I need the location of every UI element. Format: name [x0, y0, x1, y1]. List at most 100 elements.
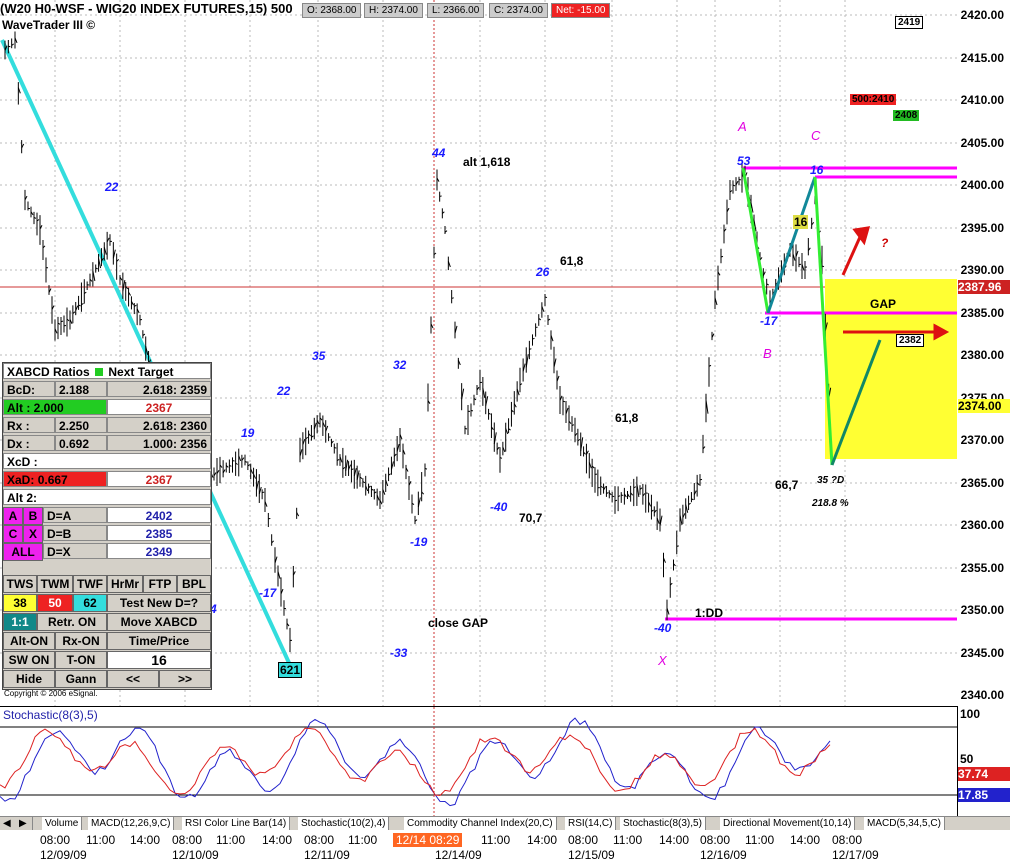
gann-button[interactable]: Gann [55, 670, 107, 688]
a-button[interactable]: A [3, 507, 23, 525]
ytick: 2390.00 [960, 263, 1004, 277]
current-price-label: 2387.96 [958, 280, 1010, 294]
question-mark: ? [881, 236, 889, 250]
price-bar-tick [720, 255, 724, 258]
tws-button[interactable]: TWS [3, 575, 37, 593]
fib-61-8-lower: 61,8 [615, 411, 639, 425]
time-tick: 14:00 [790, 833, 821, 847]
price-bar-tick [529, 348, 532, 350]
ratio-50-button[interactable]: 50 [37, 594, 73, 612]
time-tick: 08:00 [832, 833, 863, 847]
count-minus-40b: -40 [654, 621, 672, 635]
d-equals-x-value: 2349 [107, 543, 211, 559]
prev-button[interactable]: << [107, 670, 159, 688]
ytick: 2350.00 [960, 603, 1004, 617]
all-button[interactable]: ALL [3, 543, 43, 561]
count-minus-17b: -17 [760, 314, 778, 328]
ftp-button[interactable]: FTP [143, 575, 177, 593]
date-tick: 12/09/09 [40, 848, 87, 862]
rx-on-button[interactable]: Rx-ON [55, 632, 107, 650]
twf-button[interactable]: TWF [73, 575, 107, 593]
ytick: 2360.00 [960, 518, 1004, 532]
price-bar-tick [821, 265, 825, 268]
twm-button[interactable]: TWM [37, 575, 73, 593]
next-target-label: Next Target [108, 365, 174, 379]
count-22b: 22 [277, 384, 291, 398]
highlight-time: 12/14 08:29 [393, 833, 463, 847]
price-bar-tick [532, 337, 535, 340]
date-tick: 12/11/09 [304, 848, 350, 862]
tab-macd-5[interactable]: MACD(5,34,5,C) [864, 817, 945, 830]
ytick: 2405.00 [960, 136, 1004, 150]
count-53: 53 [737, 154, 751, 168]
hrmr-button[interactable]: HrMr [107, 575, 143, 593]
alt-on-button[interactable]: Alt-ON [3, 632, 55, 650]
ytick: 2380.00 [960, 348, 1004, 362]
tab-scroll-left[interactable]: ◀ [0, 817, 17, 830]
alt-row: Alt : 2.000 [3, 399, 107, 415]
c-button[interactable]: C [3, 525, 23, 543]
time-tick: 08:00 [304, 833, 335, 847]
tab-volume[interactable]: Volume [42, 817, 83, 830]
count-minus-17a: -17 [259, 586, 277, 600]
panel-title: XABCD Ratios [7, 365, 90, 379]
fib-70-7: 70,7 [519, 511, 543, 525]
price-bar-tick [451, 297, 454, 299]
pct-label: 218.8 % [812, 498, 849, 509]
green-square-icon [95, 368, 104, 376]
b-button[interactable]: B [23, 507, 43, 525]
bpl-button[interactable]: BPL [177, 575, 211, 593]
tab-rsi[interactable]: RSI(14,C) [565, 817, 617, 830]
tab-macd[interactable]: MACD(12,26,9,C) [88, 817, 175, 830]
time-tick: 14:00 [130, 833, 161, 847]
net-value: Net: -15.00 [551, 3, 611, 18]
count-16: 16 [810, 163, 824, 177]
time-price-button[interactable]: Time/Price [107, 632, 211, 650]
count-26: 26 [536, 265, 550, 279]
count-22a: 22 [105, 180, 119, 194]
retr-on-button[interactable]: Retr. ON [37, 613, 107, 631]
ytick: 2340.00 [960, 688, 1004, 702]
bcd-target: 2.618: 2359 [107, 381, 211, 397]
stochastic-pane[interactable]: Stochastic(8(3),5) [0, 706, 958, 817]
date-tick: 12/14/09 [435, 848, 482, 862]
time-tick: 08:00 [568, 833, 599, 847]
hide-button[interactable]: Hide [3, 670, 55, 688]
high-value: H: 2374.00 [364, 3, 423, 18]
panel-header: XABCD Ratios Next Target [3, 363, 211, 379]
xad-label: XaD: [7, 473, 35, 487]
price-bar-tick [676, 545, 679, 547]
ratio-1-1-button[interactable]: 1:1 [3, 613, 37, 631]
tab-cci[interactable]: Commodity Channel Index(20,C) [404, 817, 557, 830]
test-new-d-button[interactable]: Test New D=? [107, 594, 211, 612]
ratio-62-button[interactable]: 62 [73, 594, 107, 612]
tab-directional[interactable]: Directional Movement(10,14) [720, 817, 856, 830]
ytick: 2370.00 [960, 433, 1004, 447]
stoch-value-red: 37.74 [958, 767, 1010, 781]
stoch-tick-50: 50 [960, 752, 974, 766]
tab-scroll-right[interactable]: ▶ [16, 817, 33, 830]
tab-stochastic-8[interactable]: Stochastic(8(3),5) [620, 817, 706, 830]
move-xabcd-button[interactable]: Move XABCD [107, 613, 211, 631]
ytick: 2385.00 [960, 306, 1004, 320]
date-tick: 12/16/09 [700, 848, 747, 862]
close-value: C: 2374.00 [489, 3, 548, 18]
ytick: 2415.00 [960, 51, 1004, 65]
xcd-label: XcD : [3, 453, 211, 469]
t-on-button[interactable]: T-ON [55, 651, 107, 669]
next-button[interactable]: >> [159, 670, 211, 688]
price-bar-tick [334, 446, 337, 449]
x-button[interactable]: X [23, 525, 43, 543]
price-bar-tick [424, 467, 428, 470]
ytick: 2345.00 [960, 646, 1004, 660]
wavetrader-label: WaveTrader III © [2, 18, 96, 32]
alt-target: 2367 [107, 399, 211, 415]
time-tick: 14:00 [659, 833, 690, 847]
label-2419: 2419 [895, 16, 924, 29]
ratio-38-button[interactable]: 38 [3, 594, 37, 612]
tab-stochastic-10[interactable]: Stochastic(10(2),4) [298, 817, 390, 830]
label-500-2410: 500:2410 [850, 94, 897, 105]
point-b: B [763, 346, 772, 361]
tab-rsi-color[interactable]: RSI Color Line Bar(14) [182, 817, 291, 830]
sw-on-button[interactable]: SW ON [3, 651, 55, 669]
